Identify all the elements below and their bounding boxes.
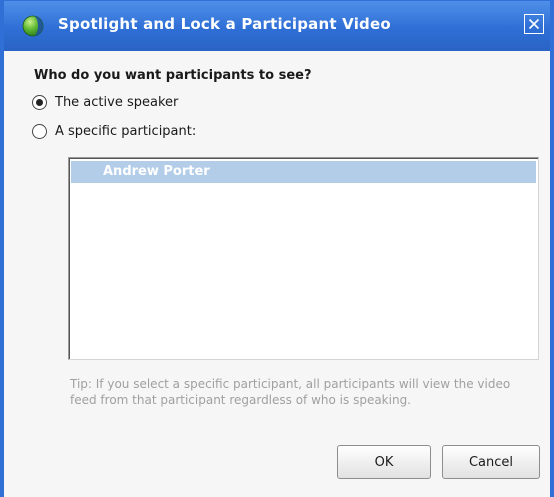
close-icon: [528, 18, 540, 30]
radio-label-active-speaker: The active speaker: [55, 95, 179, 110]
spotlight-dialog: Spotlight and Lock a Participant Video W…: [0, 0, 554, 497]
list-item[interactable]: Andrew Porter: [71, 161, 536, 183]
radio-label-specific-participant: A specific participant:: [55, 124, 197, 139]
globe-icon: [22, 15, 44, 37]
radio-button-active-speaker[interactable]: [32, 95, 47, 110]
radio-specific-participant[interactable]: A specific participant:: [32, 124, 196, 139]
radio-button-specific-participant[interactable]: [32, 124, 47, 139]
question-label: Who do you want participants to see?: [34, 68, 312, 83]
dialog-content: Who do you want participants to see? The…: [4, 51, 550, 497]
close-button[interactable]: [524, 14, 544, 34]
cancel-button[interactable]: Cancel: [442, 445, 540, 479]
ok-button[interactable]: OK: [337, 445, 431, 479]
participant-list[interactable]: Andrew Porter: [68, 157, 539, 360]
title-bar[interactable]: Spotlight and Lock a Participant Video: [4, 1, 550, 51]
dialog-title: Spotlight and Lock a Participant Video: [58, 15, 391, 33]
tip-text: Tip: If you select a specific participan…: [70, 377, 511, 407]
radio-active-speaker[interactable]: The active speaker: [32, 95, 178, 110]
